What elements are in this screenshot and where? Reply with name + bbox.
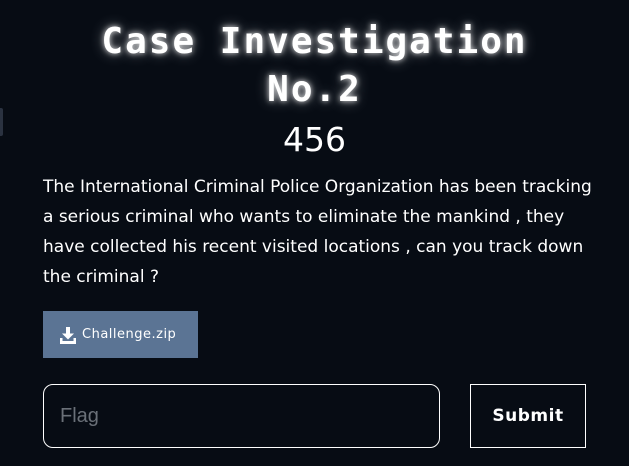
challenge-title-line-2: No.2 [267,69,362,110]
submit-button[interactable]: Submit [470,384,586,448]
challenge-description: The International Criminal Police Organi… [43,177,592,287]
download-attachment-button[interactable]: Challenge.zip [43,311,198,358]
challenge-title-line-1: Case Investigation [101,21,528,62]
challenge-title: Case Investigation No.2 [0,18,629,114]
flag-input[interactable] [43,384,440,448]
download-attachment-label: Challenge.zip [82,327,177,342]
challenge-points: 456 [283,120,346,159]
download-icon [59,326,77,344]
